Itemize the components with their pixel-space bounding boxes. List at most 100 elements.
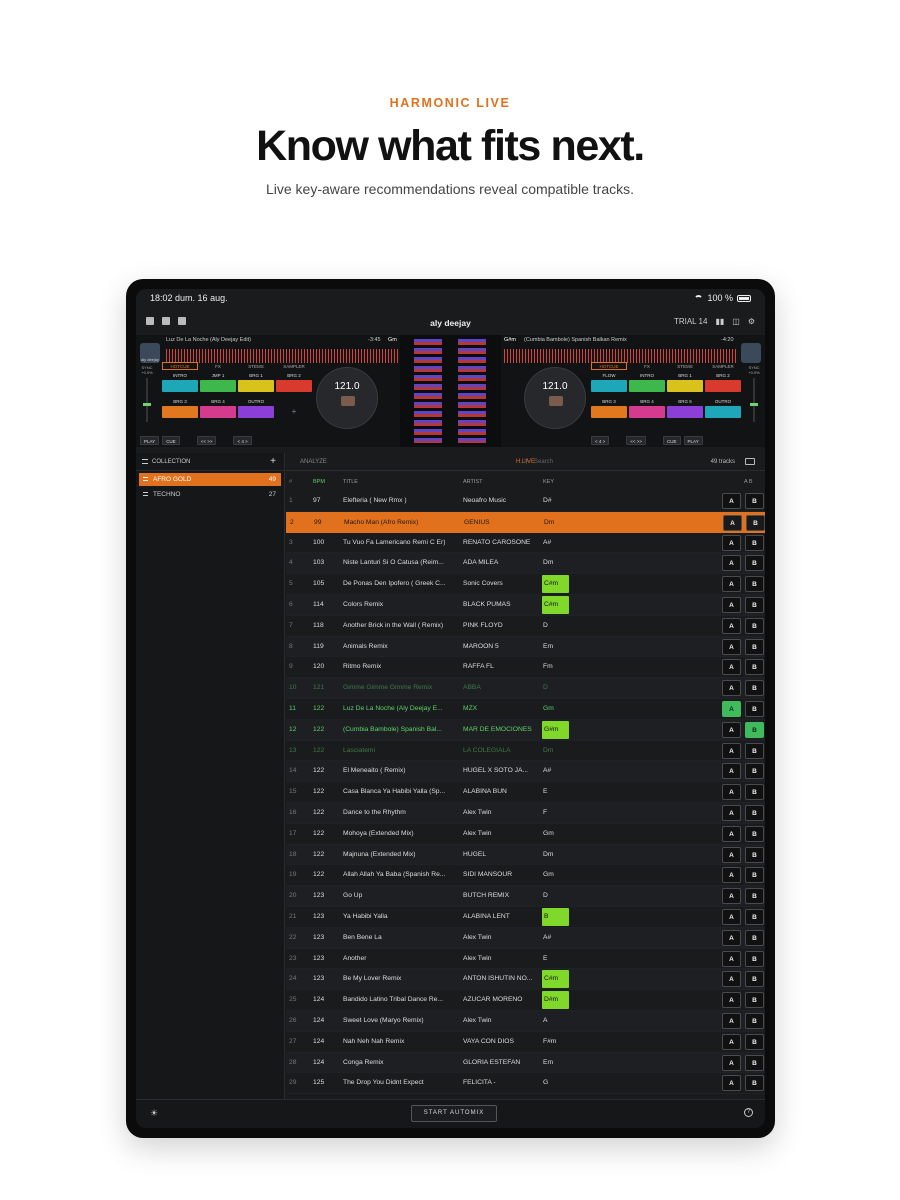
load-deck-b-button[interactable]: B (745, 804, 764, 821)
load-deck-a-button[interactable]: A (722, 680, 741, 697)
deck-left-loop[interactable]: < 4 > (233, 436, 252, 445)
load-deck-b-button[interactable]: B (745, 742, 764, 759)
load-deck-a-button[interactable]: A (722, 617, 741, 634)
deck-right-pad[interactable]: BRG 3 (591, 398, 627, 420)
help-icon[interactable]: ? (744, 1108, 753, 1117)
trial-badge[interactable]: TRIAL 14 (674, 317, 708, 326)
deck-left-pad[interactable]: BRG 2 (276, 372, 312, 394)
table-row[interactable]: 14 122 El Meneaito ( Remix) HUGEL X SOTO JA… (286, 761, 765, 783)
deck-right-waveform[interactable] (504, 349, 736, 363)
load-deck-a-button[interactable]: A (722, 576, 741, 593)
load-deck-a-button[interactable]: A (722, 971, 741, 988)
mixer-icon[interactable]: ▮▮ (715, 317, 724, 326)
deck-left-pad[interactable]: BRG 3 (162, 398, 198, 420)
load-deck-b-button[interactable]: B (745, 1054, 764, 1071)
deck-left-pad[interactable]: OUTRO (238, 398, 274, 420)
load-deck-b-button[interactable]: B (745, 867, 764, 884)
load-deck-a-button[interactable]: A (722, 534, 741, 551)
deck-left-platter[interactable]: 121.0 (316, 367, 378, 429)
load-deck-a-button[interactable]: A (722, 700, 741, 717)
load-deck-a-button[interactable]: A (722, 763, 741, 780)
table-row[interactable]: 24 123 Be My Lover Remix ANTON ISHUTIN NO..… (286, 969, 765, 991)
table-row[interactable]: 4 103 Niste Lanturi Si O Catusa (Reim... AD… (286, 553, 765, 575)
deck-right-pad[interactable]: FLOW (591, 372, 627, 394)
load-deck-b-button[interactable]: B (745, 992, 764, 1009)
center-waveform[interactable] (400, 335, 501, 447)
load-deck-b-button[interactable]: B (745, 534, 764, 551)
table-row[interactable]: 8 119 Animals Remix MAROON 5 Em A B (286, 636, 765, 658)
load-deck-a-button[interactable]: A (722, 825, 741, 842)
table-row[interactable]: 2 99 Macho Man (Afro Remix) GENIUS Dm A B (286, 511, 765, 533)
load-deck-a-button[interactable]: A (722, 950, 741, 967)
load-deck-a-button[interactable]: A (722, 1012, 741, 1029)
load-deck-a-button[interactable]: A (722, 493, 741, 509)
deck-right-sync[interactable]: SYNC +0.0% (747, 365, 761, 433)
table-row[interactable]: 22 123 Ben Bene La Alex Twin A# A B (286, 927, 765, 949)
load-deck-b-button[interactable]: B (745, 971, 764, 988)
deck-left-tab-hotcue[interactable]: HOTCUE (162, 362, 198, 370)
menu-icon[interactable] (142, 459, 148, 464)
load-deck-b-button[interactable]: B (745, 700, 764, 717)
table-row[interactable]: 21 123 Ya Habibi Yalla ALABINA LENT B A B (286, 907, 765, 928)
table-row[interactable]: 3 100 Tu Vuo Fa Lamericano Remi C Er) RENAT… (286, 533, 765, 554)
deck-left-add-pad[interactable]: + (276, 398, 312, 420)
deck-right-loop[interactable]: < 4 > (591, 436, 610, 445)
load-deck-b-button[interactable]: B (745, 617, 764, 634)
load-deck-a-button[interactable]: A (722, 721, 741, 738)
load-deck-b-button[interactable]: B (745, 721, 764, 738)
load-deck-b-button[interactable]: B (745, 763, 764, 780)
load-deck-b-button[interactable]: B (745, 659, 764, 676)
load-deck-a-button[interactable]: A (722, 908, 741, 925)
load-deck-a-button[interactable]: A (722, 1075, 741, 1092)
col-key[interactable]: KEY (543, 475, 573, 489)
table-row[interactable]: 10 121 Gimme Gimme Gimme Remix ABBA D A B (286, 678, 765, 699)
col-artist[interactable]: ARTIST (463, 475, 539, 489)
table-row[interactable]: 17 122 Mohoya (Extended Mix) Alex Twin Gm A B (286, 824, 765, 845)
load-deck-b-button[interactable]: B (745, 888, 764, 905)
deck-right-pad[interactable]: BRG 1 (667, 372, 703, 394)
table-row[interactable]: 12 122 (Cumbia Bambole) Spanish Bal... MAR … (286, 719, 765, 741)
gear-icon[interactable]: ⚙ (748, 317, 755, 326)
load-deck-b-button[interactable]: B (745, 596, 764, 613)
deck-right-pad[interactable]: INTRO (629, 372, 665, 394)
load-deck-a-button[interactable]: A (722, 804, 741, 821)
add-crate-button[interactable]: + (270, 453, 276, 471)
table-row[interactable]: 11 122 Luz De La Noche (Aly Deejay E... MZX… (286, 699, 765, 720)
table-row[interactable]: 25 124 Bandido Latino Tribal Dance Re... AZ… (286, 990, 765, 1011)
col-num[interactable]: # (289, 475, 309, 489)
table-row[interactable]: 19 122 Allah Allah Ya Baba (Spanish Re... S… (286, 865, 765, 887)
deck-right-play-button[interactable]: PLAY (683, 436, 703, 445)
deck-right-nudge[interactable]: << >> (626, 436, 647, 445)
load-deck-b-button[interactable]: B (745, 908, 764, 925)
load-deck-a-button[interactable]: A (722, 888, 741, 905)
deck-right-tab-sampler[interactable]: SAMPLER (705, 362, 741, 370)
load-deck-b-button[interactable]: B (746, 514, 765, 531)
load-deck-b-button[interactable]: B (745, 950, 764, 967)
load-deck-b-button[interactable]: B (745, 1075, 764, 1092)
deck-left-pad[interactable]: JMP 1 (200, 372, 236, 394)
load-deck-b-button[interactable]: B (745, 555, 764, 572)
deck-right-tab-fx[interactable]: FX (629, 362, 665, 370)
table-row[interactable]: 5 105 De Ponas Den Ipofero ( Greek C... Son… (286, 574, 765, 595)
analyze-button[interactable]: ANALYZE (300, 453, 327, 471)
search-input[interactable]: Search (534, 456, 553, 468)
deck-right-pad[interactable]: BRG 4 (629, 398, 665, 420)
col-bpm[interactable]: BPM (313, 475, 341, 489)
deck-left-tab-fx[interactable]: FX (200, 362, 236, 370)
start-automix-button[interactable]: START AUTOMIX (411, 1105, 497, 1122)
deck-left-tab-stems[interactable]: STEMS (238, 362, 274, 370)
deck-left-cue-button[interactable]: CUE (162, 436, 180, 445)
crate-afro-gold[interactable]: AFRO GOLD 49 (139, 473, 281, 486)
load-deck-a-button[interactable]: A (722, 929, 741, 946)
load-deck-a-button[interactable]: A (723, 514, 742, 531)
deck-left-tab-sampler[interactable]: SAMPLER (276, 362, 312, 370)
deck-right-pad[interactable]: BRG 5 (667, 398, 703, 420)
load-deck-a-button[interactable]: A (722, 1054, 741, 1071)
load-deck-a-button[interactable]: A (722, 638, 741, 655)
table-row[interactable]: 18 122 Majnuna (Extended Mix) HUGEL Dm A B (286, 844, 765, 866)
deck-right-platter[interactable]: 121.0 (524, 367, 586, 429)
deck-right-tab-hotcue[interactable]: HOTCUE (591, 362, 627, 370)
deck-left-sync[interactable]: SYNC +0.0% (140, 365, 154, 433)
load-deck-a-button[interactable]: A (722, 596, 741, 613)
table-row[interactable]: 26 124 Sweet Love (Maryo Remix) Alex Twin A A… (286, 1010, 765, 1032)
